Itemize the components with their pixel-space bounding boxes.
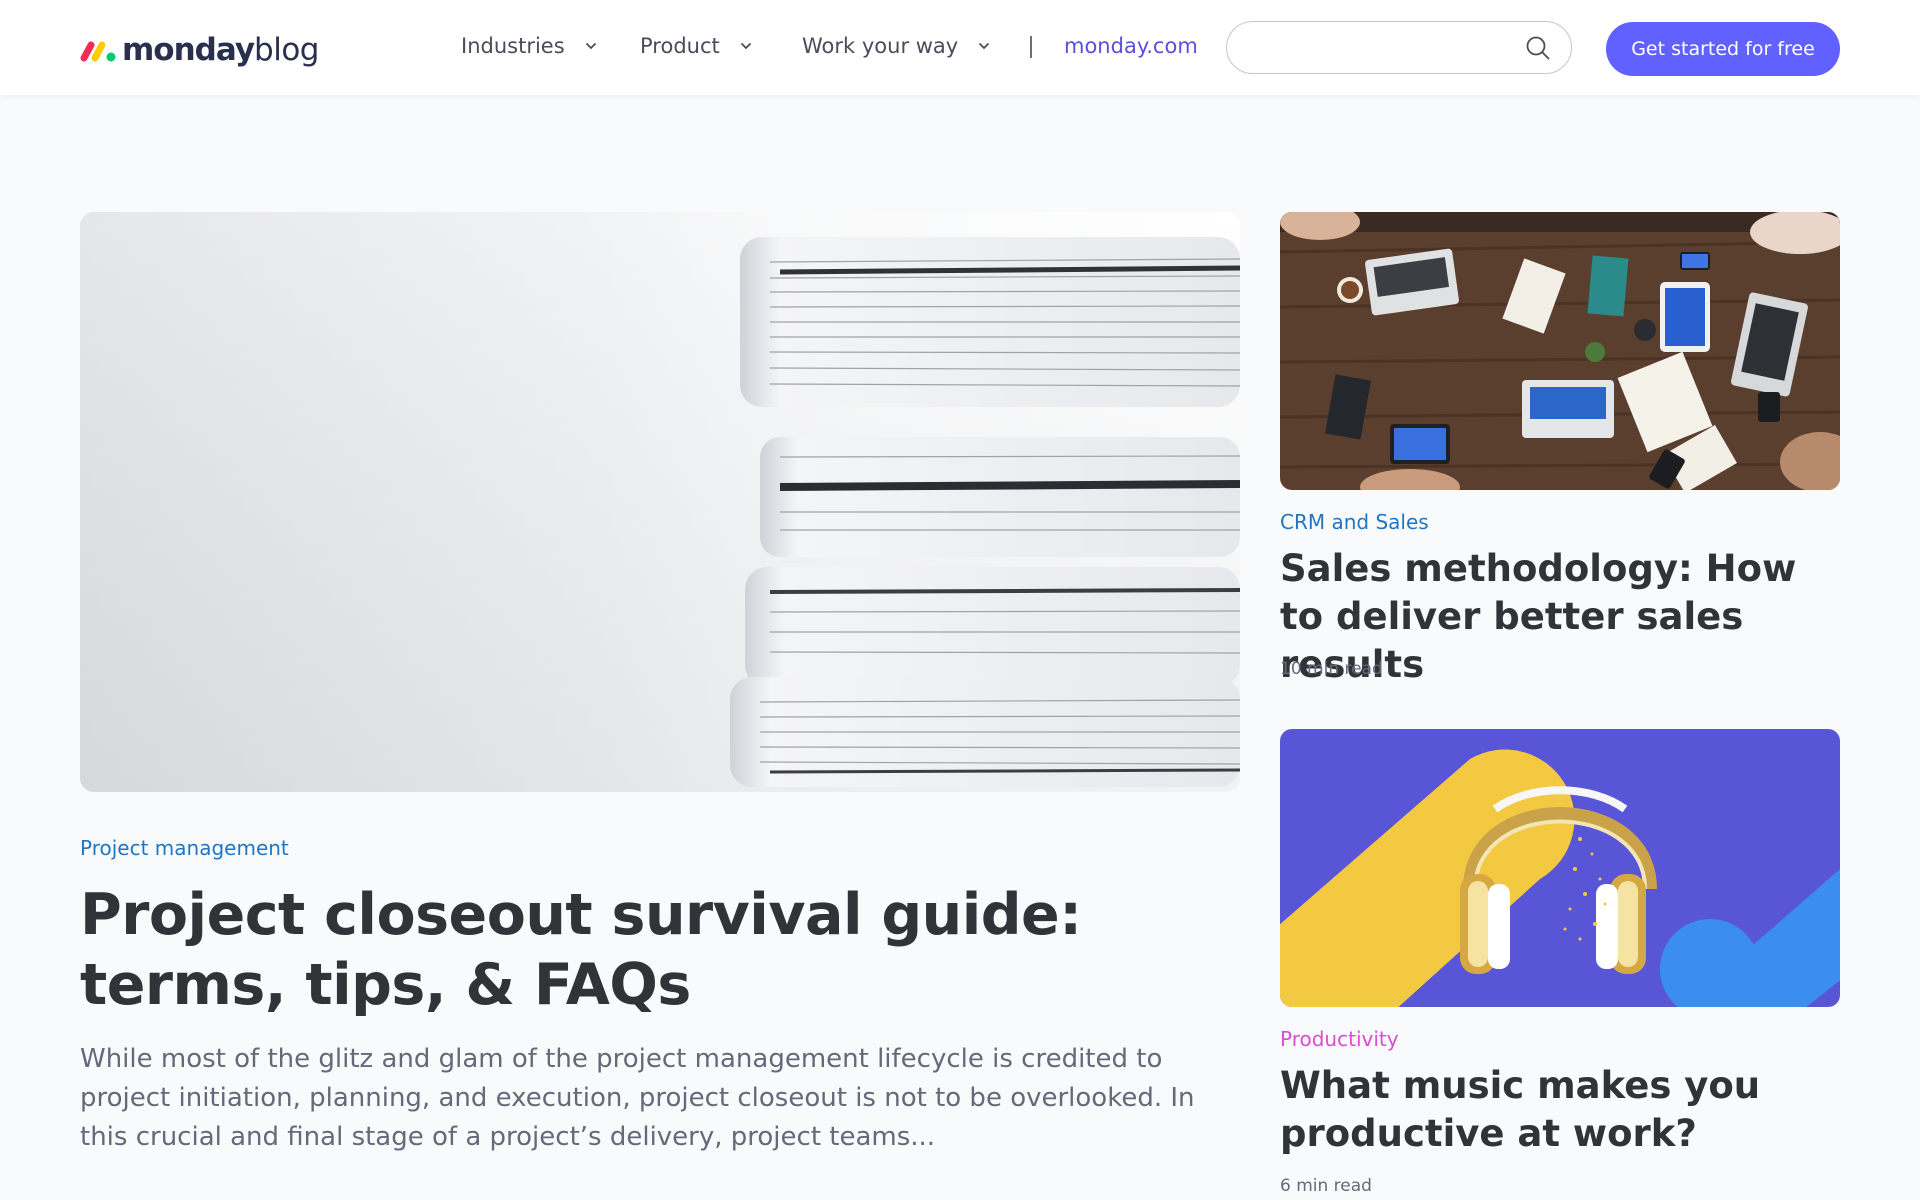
featured-article-excerpt: While most of the glitz and glam of the … <box>80 1044 1195 1152</box>
featured-article-image[interactable] <box>80 212 1240 792</box>
nav-industries[interactable]: Industries <box>461 34 597 58</box>
monday-com-link[interactable]: monday.com <box>1064 34 1198 58</box>
nav-divider <box>1030 36 1032 58</box>
card-image-sales[interactable] <box>1280 212 1840 490</box>
card-category-crm-sales[interactable]: CRM and Sales <box>1280 510 1429 534</box>
card-image-music[interactable] <box>1280 729 1840 1007</box>
monday-logo-icon <box>80 41 116 62</box>
team-meeting-image <box>1280 212 1840 490</box>
get-started-button[interactable]: Get started for free <box>1606 22 1840 76</box>
monday-blog-logo[interactable]: monday blog <box>80 30 319 70</box>
chevron-down-icon <box>979 43 990 50</box>
nav-work-your-way-label: Work your way <box>802 34 959 58</box>
logo-brand-text: monday <box>122 32 255 68</box>
nav-product-label: Product <box>640 34 720 58</box>
logo-blog-text: blog <box>254 32 319 68</box>
card-title-music-productive[interactable]: What music makes you productive at work? <box>1280 1062 1840 1158</box>
search-icon[interactable] <box>1525 35 1551 61</box>
nav-work-your-way[interactable]: Work your way <box>802 34 990 58</box>
stacked-binders-image <box>80 212 1240 792</box>
site-header: monday blog Industries Product Work your… <box>0 0 1920 95</box>
nav-industries-label: Industries <box>461 34 565 58</box>
nav-product[interactable]: Product <box>640 34 752 58</box>
card-read-time: 6 min read <box>1280 1176 1372 1196</box>
card-category-productivity[interactable]: Productivity <box>1280 1027 1399 1051</box>
chevron-down-icon <box>740 43 751 50</box>
search-box[interactable] <box>1226 21 1572 74</box>
featured-category-link[interactable]: Project management <box>80 836 289 860</box>
headphones-image <box>1280 729 1840 1007</box>
search-input[interactable] <box>1247 32 1517 64</box>
card-read-time: 10 min read <box>1280 659 1383 679</box>
featured-article-title[interactable]: Project closeout survival guide: terms, … <box>80 880 1210 1020</box>
chevron-down-icon <box>585 43 596 50</box>
